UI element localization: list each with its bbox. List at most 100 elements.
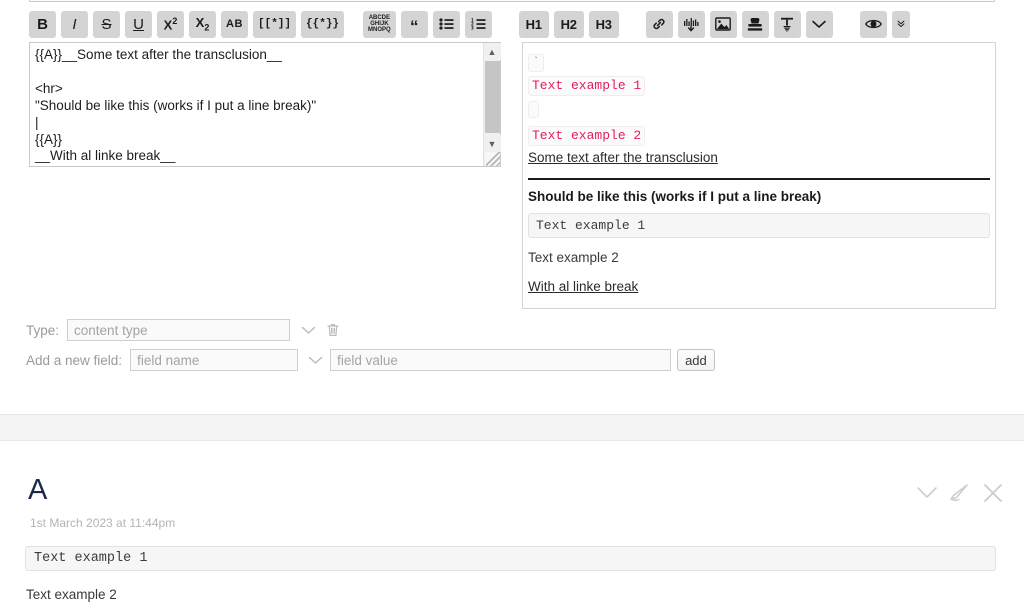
add-field-row: Add a new field: add: [26, 349, 715, 371]
article-edit-button[interactable]: [949, 483, 971, 508]
preview-code-2-line: Text example 2: [528, 126, 990, 146]
content-type-input[interactable]: [67, 319, 291, 341]
superscript-icon: X2: [163, 15, 178, 33]
close-icon: [984, 484, 1002, 502]
preview-options-button[interactable]: [891, 10, 910, 38]
bullet-list-icon: [439, 18, 454, 30]
heading-3-button[interactable]: H3: [588, 10, 619, 38]
italic-button[interactable]: I: [61, 10, 88, 38]
text-tool-button[interactable]: [773, 10, 801, 38]
preview-toggle-button[interactable]: [859, 10, 887, 38]
preview-code-1-line: Text example 1: [528, 76, 990, 96]
trash-icon: [327, 324, 339, 336]
scrollbar-thumb[interactable]: [485, 61, 500, 133]
preview-link-line-break[interactable]: With al linke break: [528, 279, 638, 294]
article-paragraph: Text example 2: [26, 587, 117, 602]
subscript-icon: X2: [195, 14, 210, 33]
article-code-block: Text example 1: [25, 546, 996, 571]
editor-textarea[interactable]: {{A}}__Some text after the transclusion_…: [30, 43, 483, 166]
delete-type-button[interactable]: [323, 319, 343, 341]
scroll-up-arrow[interactable]: ▲: [483, 43, 501, 60]
field-name-input[interactable]: [130, 349, 299, 371]
preview-link-1-line: Some text after the transclusion: [528, 149, 990, 167]
link-icon: [653, 18, 665, 30]
preview-link-2-line: With al linke break: [528, 278, 990, 296]
image-button[interactable]: [709, 10, 737, 38]
transclusion-button[interactable]: {{*}}: [301, 10, 345, 38]
preview-bold-heading: Should be like this (works if I put a li…: [528, 189, 822, 204]
article-action-bar: [916, 482, 1004, 509]
partial-field-above: [29, 0, 995, 2]
quote-icon: “: [409, 16, 419, 36]
pencil-icon: [950, 484, 968, 502]
preview-link-transclusion[interactable]: Some text after the transclusion: [528, 150, 718, 165]
bold-icon: B: [37, 15, 48, 33]
double-chevron-down-icon: [897, 20, 905, 27]
heading-2-button[interactable]: H2: [553, 10, 584, 38]
add-field-label: Add a new field:: [26, 352, 123, 368]
article-title: A: [28, 474, 48, 506]
underline-button[interactable]: U: [125, 10, 152, 38]
section-separator: [0, 414, 1024, 441]
chevron-down-icon: [301, 326, 315, 334]
inline-code-text-example-2: Text example 2: [528, 126, 646, 146]
inline-code-empty: [528, 101, 539, 118]
quote-button[interactable]: “: [400, 10, 428, 38]
strikethrough-icon: S: [101, 15, 112, 33]
eye-icon: [864, 19, 882, 29]
preview-paragraph: Text example 2: [528, 250, 619, 265]
content-type-row: Type:: [26, 319, 343, 341]
heading-1-button[interactable]: H1: [518, 10, 549, 38]
transclusion-icon: {{*}}: [306, 17, 340, 30]
content-type-dropdown-button[interactable]: [297, 319, 319, 341]
link-button[interactable]: [645, 10, 673, 38]
svg-text:3: 3: [471, 26, 474, 30]
image-icon: [715, 17, 732, 31]
underline-icon: U: [133, 15, 144, 33]
preview-panel: ` Text example 1 Text example 2 Some tex…: [522, 42, 996, 309]
chevron-down-icon: [917, 487, 937, 498]
wikilink-icon: [[*]]: [258, 17, 292, 30]
type-label: Type:: [26, 322, 60, 338]
preview-code-block: Text example 1: [528, 213, 990, 238]
chevron-down-icon: [308, 356, 322, 364]
numbered-list-icon: 1 2 3: [471, 18, 486, 30]
abc-notation-icon: ABCDE GHIJK MNOPQ: [368, 15, 391, 33]
superscript-button[interactable]: X2: [157, 10, 184, 38]
article-collapse-button[interactable]: [916, 486, 938, 505]
markdown-editor[interactable]: {{A}}__Some text after the transclusion_…: [29, 42, 501, 167]
inline-code-text-example-1: Text example 1: [528, 76, 646, 96]
add-field-button[interactable]: add: [677, 349, 715, 371]
editor-scrollbar[interactable]: ▲ ▼: [483, 43, 501, 166]
monospace-icon: AB: [226, 17, 243, 30]
field-value-input[interactable]: [330, 349, 672, 371]
inline-code-backtick: `: [528, 54, 545, 72]
italic-icon: I: [72, 15, 77, 33]
heading-2-icon: H2: [560, 16, 577, 32]
monospace-button[interactable]: AB: [221, 10, 248, 38]
subscript-button[interactable]: X2: [189, 10, 216, 38]
wikilink-button[interactable]: [[*]]: [253, 10, 297, 38]
bold-button[interactable]: B: [29, 10, 56, 38]
more-tools-button[interactable]: [805, 10, 833, 38]
stamp-icon: [748, 17, 763, 31]
article-timestamp: 1st March 2023 at 11:44pm: [30, 516, 176, 530]
chevron-down-icon: [812, 20, 827, 28]
article-close-button[interactable]: [982, 482, 1004, 509]
preview-backtick-line: `: [528, 51, 990, 72]
textarea-resize-handle[interactable]: [486, 152, 500, 166]
field-name-dropdown-button[interactable]: [304, 349, 326, 371]
audio-waveform-icon: [684, 17, 699, 32]
audio-button[interactable]: [677, 10, 705, 38]
numbered-list-button[interactable]: 1 2 3: [464, 10, 492, 38]
editor-toolbar: B I S U X2 X2 AB [[*]] {{*}} ABCDE GHIJK M…: [29, 10, 999, 38]
stamp-button[interactable]: [741, 10, 769, 38]
heading-3-icon: H3: [595, 16, 612, 32]
text-tool-icon: [781, 17, 794, 32]
abc-notation-button[interactable]: ABCDE GHIJK MNOPQ: [363, 10, 396, 38]
strikethrough-button[interactable]: S: [93, 10, 120, 38]
scroll-down-arrow[interactable]: ▼: [483, 135, 501, 152]
preview-horizontal-rule: [528, 178, 990, 180]
heading-1-icon: H1: [525, 16, 542, 32]
bullet-list-button[interactable]: [432, 10, 460, 38]
